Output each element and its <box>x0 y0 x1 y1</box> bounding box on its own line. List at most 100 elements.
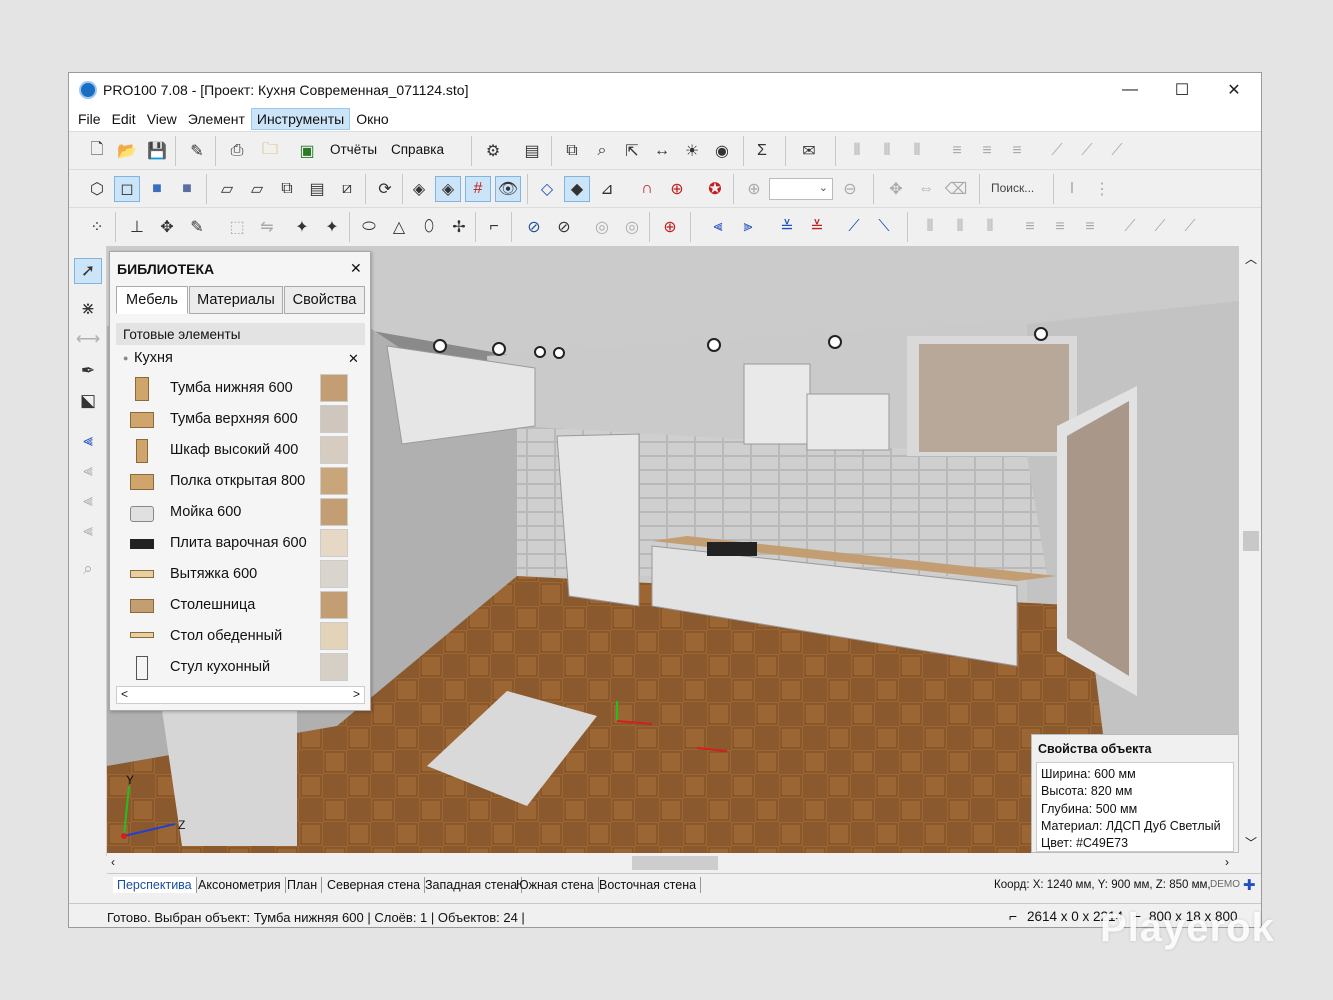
ellipse-icon[interactable]: ⬯ <box>416 214 442 240</box>
align-right-icon[interactable]: ⫴ <box>904 138 930 164</box>
preview-icon[interactable]: ⌕ <box>589 138 615 164</box>
scroll-down-icon[interactable]: ﹀ <box>1245 834 1257 851</box>
visibility-icon[interactable]: 👁 <box>495 176 521 202</box>
align-top-icon[interactable]: ≡ <box>944 138 970 164</box>
show-all-icon[interactable]: ◎ <box>619 214 645 240</box>
gear-red-icon[interactable]: ✪ <box>702 176 728 202</box>
dimension-icon[interactable]: ↔ <box>649 138 675 164</box>
diag-1-icon[interactable]: ⟋ <box>841 214 867 240</box>
object-icon[interactable]: ⬭ <box>356 214 382 240</box>
edit-document-icon[interactable]: ✎ <box>184 138 210 164</box>
list-item[interactable]: Тумба верхняя 600 <box>130 405 360 435</box>
hide-icon[interactable]: ⊘ <box>521 214 547 240</box>
scroll-right-icon[interactable]: > <box>353 687 360 701</box>
tab-west-wall[interactable]: Западная стена <box>421 877 523 893</box>
folder-icon[interactable]: 🗀 <box>257 138 283 164</box>
shaded-view-icon[interactable]: ■ <box>174 176 200 202</box>
text-cursor-icon[interactable]: I <box>1059 176 1085 202</box>
list-item[interactable]: Плита варочная 600 <box>130 529 360 559</box>
search-input[interactable]: Поиск... <box>987 178 1049 200</box>
erase-icon[interactable]: ⌫ <box>943 176 969 202</box>
rotate-x-icon[interactable]: ✦ <box>289 214 315 240</box>
list-item[interactable]: Шкаф высокий 400 <box>130 436 360 466</box>
box-view-icon[interactable]: ◻ <box>114 176 140 202</box>
copy-panel-icon[interactable]: ⧉ <box>274 176 300 202</box>
help-button[interactable]: Справка <box>391 142 444 157</box>
scroll-thumb[interactable] <box>1243 531 1259 551</box>
pencil-icon[interactable]: ✎ <box>184 214 210 240</box>
align-edge-1-icon[interactable]: ⫷ <box>705 214 731 240</box>
align-f-icon[interactable]: ≡ <box>1077 214 1103 240</box>
snap-face-icon[interactable]: ⊿ <box>594 176 620 202</box>
scroll-left-arrow-icon[interactable]: ‹ <box>111 855 115 869</box>
align-d-icon[interactable]: ≡ <box>1017 214 1043 240</box>
texture-icon[interactable]: ◈ <box>435 176 461 202</box>
list-item[interactable]: Стул кухонный <box>130 653 360 683</box>
list-item[interactable]: Тумба нижняя 600 <box>130 374 360 404</box>
profile-icon[interactable]: ⌐ <box>481 214 507 240</box>
distribute-3-icon[interactable]: ⟋ <box>1104 138 1130 164</box>
add-view-icon[interactable]: ✚ <box>1243 876 1256 894</box>
horizontal-scrollbar[interactable]: ‹ › <box>107 853 1239 873</box>
align-bottom-icon[interactable]: ≡ <box>1004 138 1030 164</box>
tab-plan[interactable]: План <box>283 877 323 893</box>
align-middle-icon[interactable]: ≡ <box>974 138 1000 164</box>
print-icon[interactable]: ⎙ <box>224 138 250 164</box>
light-icon[interactable]: ☀ <box>679 138 705 164</box>
tab-materials[interactable]: Материалы <box>189 286 283 314</box>
new-file-icon[interactable]: 🗋 <box>84 138 110 164</box>
close-button[interactable]: ✕ <box>1208 73 1260 107</box>
align-edge-2-icon[interactable]: ⫸ <box>735 214 761 240</box>
menu-view[interactable]: View <box>142 109 182 129</box>
rotate-icon[interactable]: ⟳ <box>372 176 398 202</box>
target-icon[interactable]: ⊕ <box>664 176 690 202</box>
dist-a-icon[interactable]: ⟋ <box>1117 214 1143 240</box>
zoom-select[interactable]: ⌄ <box>769 178 833 200</box>
more-icon[interactable]: ⋮ <box>1089 176 1115 202</box>
drawer-icon[interactable]: ▤ <box>304 176 330 202</box>
menu-file[interactable]: File <box>73 109 106 129</box>
minimize-button[interactable]: — <box>1104 73 1156 107</box>
hscroll-thumb[interactable] <box>632 856 718 870</box>
attach-icon[interactable]: ⫷ <box>74 428 102 454</box>
place-icon[interactable]: ⊥ <box>124 214 150 240</box>
rotate-y-icon[interactable]: ✦ <box>319 214 345 240</box>
dist-c-icon[interactable]: ⟋ <box>1177 214 1203 240</box>
dist-b-icon[interactable]: ⟋ <box>1147 214 1173 240</box>
magnet-icon[interactable]: ∩ <box>634 176 660 202</box>
front-panel-icon[interactable]: ▱ <box>214 176 240 202</box>
category-close-button[interactable]: ✕ <box>348 351 359 367</box>
material-icon[interactable]: ◈ <box>406 176 432 202</box>
move-icon[interactable]: ✥ <box>883 176 909 202</box>
render-icon[interactable]: ◉ <box>709 138 735 164</box>
array-icon[interactable]: ⬚ <box>224 214 250 240</box>
target-red-icon[interactable]: ⊕ <box>657 214 683 240</box>
distribute-2-icon[interactable]: ⟋ <box>1074 138 1100 164</box>
show-icon[interactable]: ◎ <box>589 214 615 240</box>
eyedropper-icon[interactable]: ✒ <box>74 358 102 384</box>
wireframe-view-icon[interactable]: ⬡ <box>84 176 110 202</box>
select-arrow-icon[interactable]: ➚ <box>74 258 102 284</box>
reports-button[interactable]: Отчёты <box>330 142 377 157</box>
list-item[interactable]: Столешница <box>130 591 360 621</box>
catalog-icon[interactable]: ▣ <box>294 138 320 164</box>
vertical-scrollbar[interactable]: ︿ ﹀ <box>1239 246 1261 853</box>
rotate-object-icon[interactable]: ⬕ <box>74 388 102 414</box>
diag-2-icon[interactable]: ⟍ <box>871 214 897 240</box>
library-category[interactable]: Кухня <box>134 350 173 366</box>
snap-point-icon[interactable]: ◇ <box>534 176 560 202</box>
tab-properties[interactable]: Свойства <box>284 286 365 314</box>
align-a-icon[interactable]: ⫴ <box>917 214 943 240</box>
snap-edge-icon[interactable]: ◆ <box>564 176 590 202</box>
tab-north-wall[interactable]: Северная стена <box>323 877 426 893</box>
axis-icon[interactable]: ✢ <box>446 214 472 240</box>
align-left-icon[interactable]: ⫴ <box>844 138 870 164</box>
grid-icon[interactable]: # <box>465 176 491 202</box>
attach-2-icon[interactable]: ⫷ <box>74 458 102 484</box>
list-item[interactable]: Полка открытая 800 <box>130 467 360 497</box>
menu-tools[interactable]: Инструменты <box>250 108 351 130</box>
save-icon[interactable]: 💾 <box>144 138 170 164</box>
list-item[interactable]: Вытяжка 600 <box>130 560 360 590</box>
zoom-icon[interactable]: ⌕ <box>74 556 102 582</box>
scale-icon[interactable]: ⋇ <box>74 296 102 322</box>
